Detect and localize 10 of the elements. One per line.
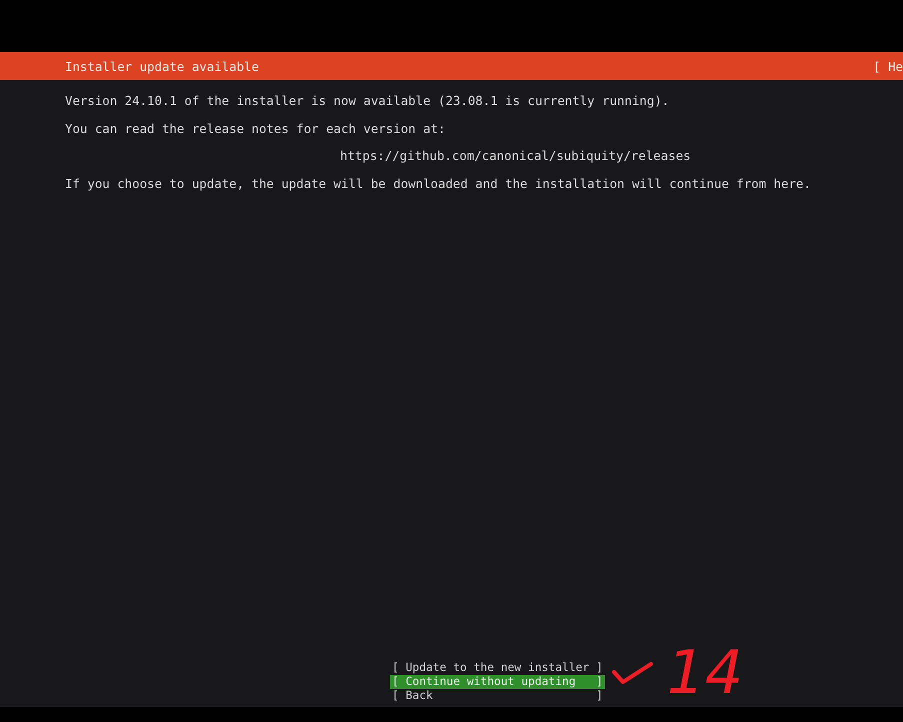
handwritten-note: 14 [666,641,744,705]
menu-button[interactable]: [ Continue without updating ] [390,675,605,689]
screen-title: Installer update available [65,58,259,74]
message-text: If you choose to update, the update will be downloaded and the installation will continue from here. [65,174,812,193]
message-text: Version 24.10.1 of the installer is now available (23.08.1 is currently running). [65,92,670,110]
menu-button[interactable]: [ Back ] [390,689,605,703]
checkmark-icon [610,660,653,686]
help-button[interactable]: [ He [873,58,903,74]
message-text: You can read the release notes for each version at: [65,120,446,138]
menu-button[interactable]: [ Update to the new installer ] [390,661,605,675]
